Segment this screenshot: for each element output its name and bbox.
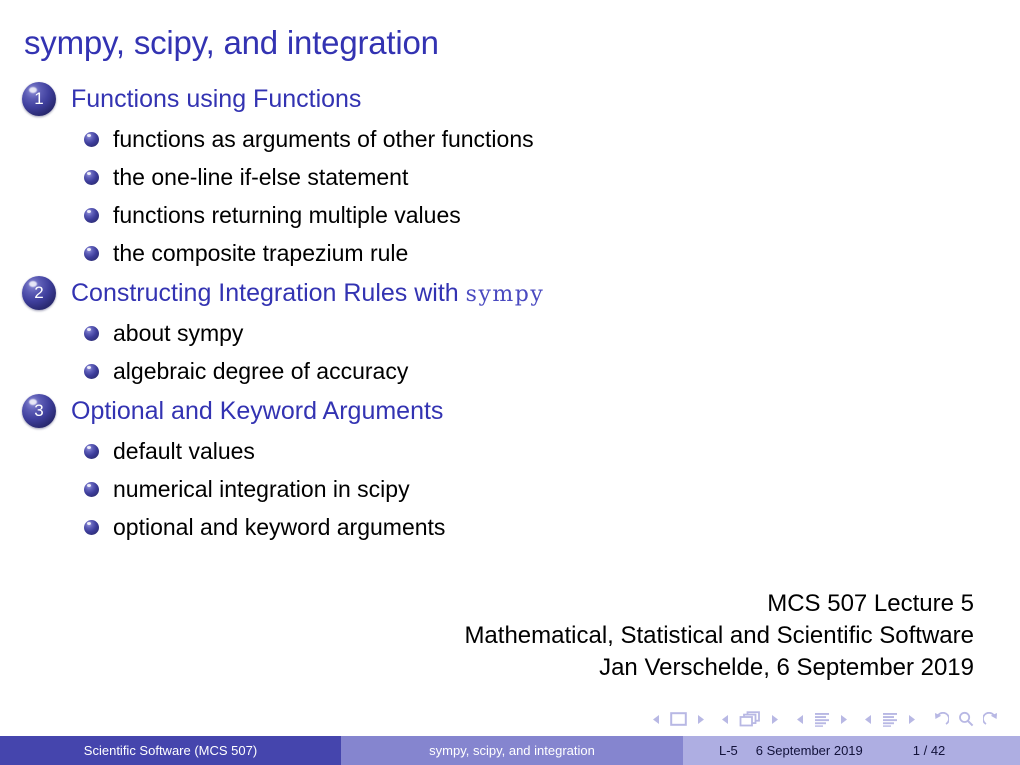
section-header-3[interactable]: 3 Optional and Keyword Arguments [0, 390, 1020, 432]
section-title-3: Optional and Keyword Arguments [71, 396, 444, 425]
list-item[interactable]: about sympy [0, 314, 1020, 352]
nav-group-doc[interactable] [932, 711, 1000, 727]
bullet-sphere-icon [84, 245, 99, 261]
footer-course: Scientific Software (MCS 507) [0, 736, 341, 765]
nav-group-subsection[interactable] [796, 712, 848, 727]
back-icon[interactable] [932, 711, 949, 727]
bullet-sphere-icon [84, 325, 99, 341]
footer-bar: Scientific Software (MCS 507) sympy, sci… [0, 736, 1020, 765]
section-number-2: 2 [34, 283, 44, 302]
bullet-sphere-icon [84, 169, 99, 185]
next-section-icon[interactable] [907, 714, 916, 725]
section-title-text-1: Functions using Functions [71, 84, 362, 113]
forward-icon[interactable] [983, 711, 1000, 727]
section-number-badge-1: 1 [22, 82, 56, 116]
next-slide-icon[interactable] [696, 714, 705, 725]
list-item[interactable]: functions returning multiple values [0, 196, 1020, 234]
list-item-label: the one-line if-else statement [113, 163, 409, 190]
slide-title: sympy, scipy, and integration [24, 24, 439, 61]
list-item-label: the composite trapezium rule [113, 239, 409, 266]
list-item-label: optional and keyword arguments [113, 513, 446, 540]
next-frame-icon[interactable] [770, 714, 779, 725]
list-item-label: algebraic degree of accuracy [113, 357, 409, 384]
section-header-2[interactable]: 2 Constructing Integration Rules with sy… [0, 272, 1020, 314]
section-icon[interactable] [882, 712, 898, 727]
prev-subsection-icon[interactable] [796, 714, 805, 725]
list-item[interactable]: algebraic degree of accuracy [0, 352, 1020, 390]
section-title-text-2: Constructing Integration Rules with [71, 278, 466, 307]
section-title-code-2: sympy [465, 281, 545, 307]
section-number-badge-2: 2 [22, 276, 56, 310]
bullet-sphere-icon [84, 131, 99, 147]
bullet-sphere-icon [84, 519, 99, 535]
author-line: Jan Verschelde, 6 September 2019 [599, 654, 974, 681]
footer-meta: L-5 6 September 2019 1 / 42 [683, 736, 1020, 765]
presentation-slide: sympy, scipy, and integration 1 Function… [0, 0, 1020, 765]
section-header-1[interactable]: 1 Functions using Functions [0, 78, 1020, 120]
next-subsection-icon[interactable] [839, 714, 848, 725]
list-item[interactable]: default values [0, 432, 1020, 470]
prev-frame-icon[interactable] [721, 714, 730, 725]
nav-group-section[interactable] [864, 712, 916, 727]
list-item[interactable]: optional and keyword arguments [0, 508, 1020, 546]
list-item[interactable]: functions as arguments of other function… [0, 120, 1020, 158]
section-title-2: Constructing Integration Rules with symp… [71, 278, 545, 307]
footer-page-number: 1 / 42 [912, 743, 946, 758]
list-item[interactable]: numerical integration in scipy [0, 470, 1020, 508]
nav-group-frame[interactable] [721, 711, 779, 727]
section-title-text-3: Optional and Keyword Arguments [71, 396, 444, 425]
outline-section-3: 3 Optional and Keyword Arguments default… [0, 390, 1020, 546]
bullet-sphere-icon [84, 363, 99, 379]
list-item[interactable]: the one-line if-else statement [0, 158, 1020, 196]
section-items-3: default values numerical integration in … [0, 432, 1020, 546]
section-items-1: functions as arguments of other function… [0, 120, 1020, 272]
footer-lecture-number: L-5 [719, 743, 738, 758]
prev-section-icon[interactable] [864, 714, 873, 725]
lecture-line: MCS 507 Lecture 5 [767, 590, 974, 617]
outline-section-2: 2 Constructing Integration Rules with sy… [0, 272, 1020, 390]
author-block: MCS 507 Lecture 5 Mathematical, Statisti… [464, 588, 974, 684]
list-item-label: numerical integration in scipy [113, 475, 410, 502]
course-line: Mathematical, Statistical and Scientific… [464, 622, 974, 649]
prev-slide-icon[interactable] [652, 714, 661, 725]
section-title-1: Functions using Functions [71, 84, 362, 113]
list-item-label: default values [113, 437, 255, 464]
frame-icon[interactable] [739, 711, 761, 727]
search-icon[interactable] [958, 711, 974, 727]
outline-section-1: 1 Functions using Functions functions as… [0, 78, 1020, 272]
list-item-label: functions as arguments of other function… [113, 125, 534, 152]
list-item[interactable]: the composite trapezium rule [0, 234, 1020, 272]
bullet-sphere-icon [84, 443, 99, 459]
slide-icon[interactable] [670, 712, 687, 726]
section-number-3: 3 [34, 401, 44, 420]
section-number-badge-3: 3 [22, 394, 56, 428]
footer-title: sympy, scipy, and integration [341, 736, 683, 765]
navigation-symbols[interactable] [652, 708, 1000, 730]
section-number-1: 1 [34, 89, 44, 108]
list-item-label: about sympy [113, 319, 244, 346]
section-items-2: about sympy algebraic degree of accuracy [0, 314, 1020, 390]
list-item-label: functions returning multiple values [113, 201, 461, 228]
subsection-icon[interactable] [814, 712, 830, 727]
bullet-sphere-icon [84, 207, 99, 223]
footer-date: 6 September 2019 [755, 743, 863, 758]
nav-group-slide[interactable] [652, 712, 705, 726]
outline-list: 1 Functions using Functions functions as… [0, 78, 1020, 546]
bullet-sphere-icon [84, 481, 99, 497]
